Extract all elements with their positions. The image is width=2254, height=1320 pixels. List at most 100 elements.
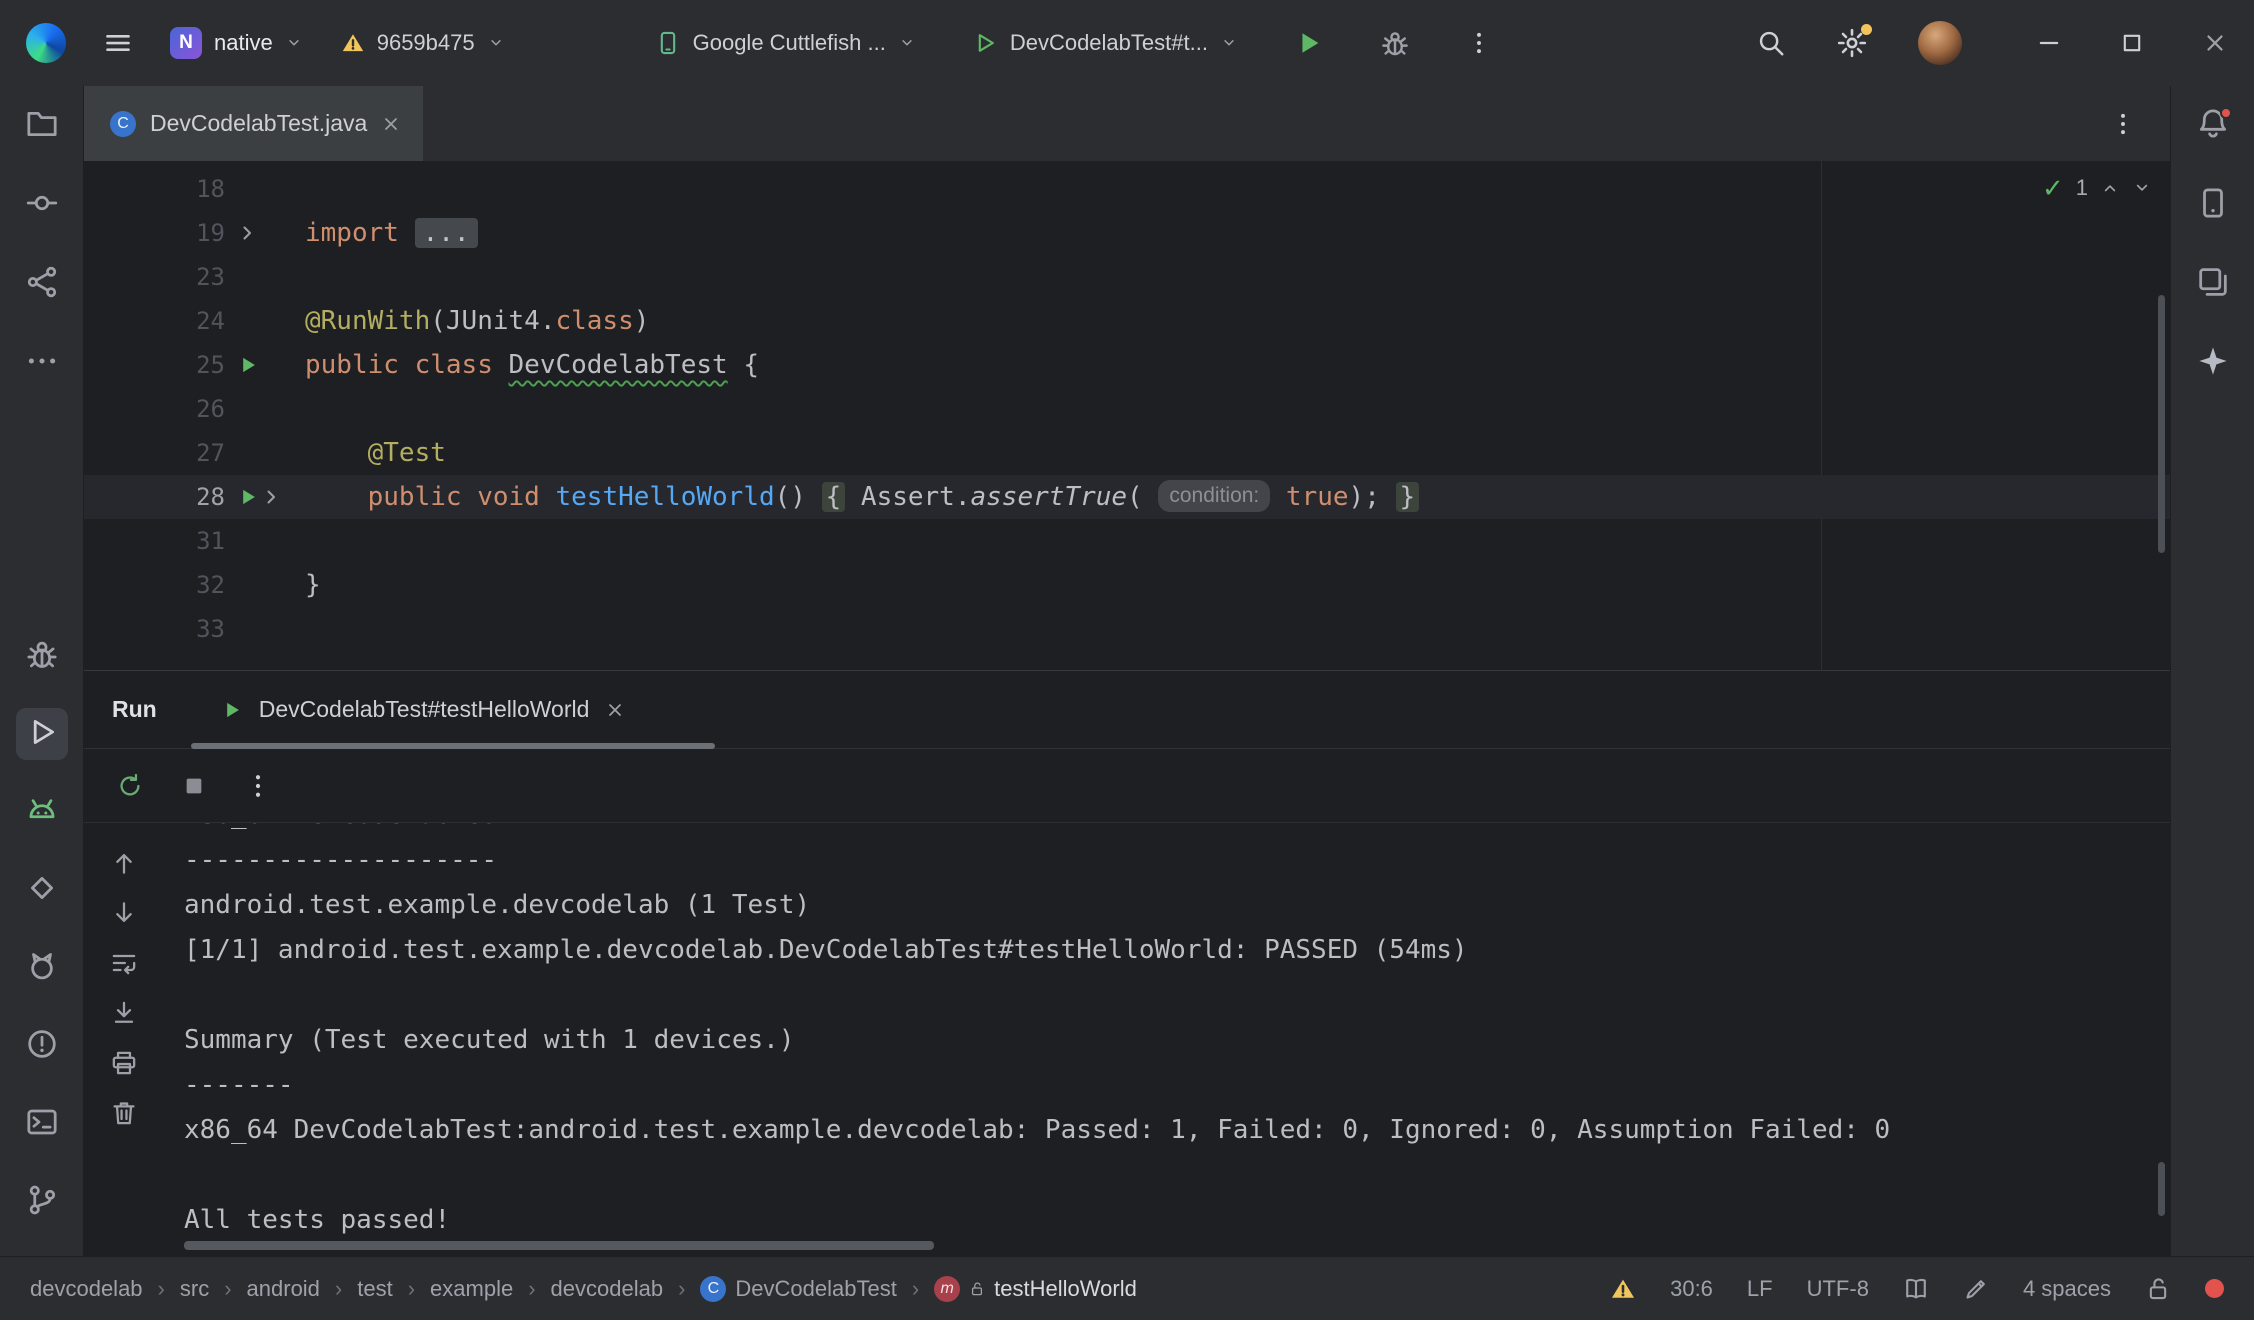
breadcrumb-devcodelab[interactable]: devcodelab: [551, 1276, 664, 1302]
breadcrumb-testHelloWorld[interactable]: mtestHelloWorld: [934, 1276, 1137, 1302]
tool-stripe-bell[interactable]: [2187, 100, 2239, 152]
run-panel-body: x86_64 DevCodelabTest-------------------…: [84, 823, 2170, 1255]
run-icon: [25, 715, 59, 754]
arrow-up-icon[interactable]: [110, 849, 138, 877]
tool-stripe-run[interactable]: [16, 708, 68, 760]
tool-stripe-sparkle[interactable]: [2187, 337, 2239, 389]
breadcrumb-label: devcodelab: [30, 1276, 143, 1302]
breadcrumb-test[interactable]: test: [357, 1276, 392, 1302]
breadcrumb-label: src: [180, 1276, 209, 1302]
fold-chevron-icon[interactable]: [261, 487, 281, 507]
arrow-down-icon[interactable]: [110, 899, 138, 927]
tool-stripe-bug[interactable]: [16, 630, 68, 682]
tab-options-icon[interactable]: [2110, 111, 2170, 137]
warning-icon[interactable]: [1610, 1276, 1636, 1302]
next-problem-icon[interactable]: [2132, 178, 2152, 198]
editor-line-27[interactable]: 27 @Test: [84, 431, 2170, 475]
editor-line-33[interactable]: 33: [84, 607, 2170, 651]
run-test-icon[interactable]: [237, 486, 259, 508]
editor-line-23[interactable]: 23: [84, 255, 2170, 299]
main-menu-icon[interactable]: [104, 29, 132, 57]
editor-line-18[interactable]: 18: [84, 167, 2170, 211]
run-test-icon[interactable]: [237, 354, 259, 376]
indent-setting[interactable]: 4 spaces: [2023, 1276, 2111, 1302]
lock-open-icon[interactable]: [2145, 1276, 2171, 1302]
soft-wrap-icon[interactable]: [110, 949, 138, 977]
tool-stripe-more[interactable]: [16, 337, 68, 389]
editor-line-19[interactable]: 19import ...: [84, 211, 2170, 255]
tool-stripe-commit[interactable]: [16, 179, 68, 231]
caret-position[interactable]: 30:6: [1670, 1276, 1713, 1302]
close-tab-icon[interactable]: [381, 114, 401, 134]
rerun-icon[interactable]: [116, 772, 144, 800]
editor-scrollbar[interactable]: [2158, 295, 2165, 553]
editor-line-25[interactable]: 25public class DevCodelabTest {: [84, 343, 2170, 387]
more-actions-icon[interactable]: [1466, 30, 1492, 56]
run-button[interactable]: [1294, 28, 1324, 58]
gutter-icons[interactable]: [225, 343, 305, 387]
prev-problem-icon[interactable]: [2100, 178, 2120, 198]
trash-icon[interactable]: [110, 1099, 138, 1127]
maximize-button[interactable]: [2120, 31, 2144, 55]
editor-line-26[interactable]: 26: [84, 387, 2170, 431]
device-selector[interactable]: Google Cuttlefish ...: [655, 30, 916, 56]
tool-stripe-device-manager[interactable]: [2187, 179, 2239, 231]
user-avatar[interactable]: [1918, 21, 1962, 65]
line-separator[interactable]: LF: [1747, 1276, 1773, 1302]
line-number: 33: [84, 607, 225, 651]
breadcrumb-example[interactable]: example: [430, 1276, 513, 1302]
gutter-icons[interactable]: [225, 475, 305, 519]
settings-gear-icon[interactable]: [1836, 27, 1868, 59]
tool-stripe-terminal[interactable]: [16, 1098, 68, 1150]
run-test-tab[interactable]: DevCodelabTest#testHelloWorld: [201, 671, 646, 748]
close-button[interactable]: [2202, 30, 2228, 56]
editor-line-28[interactable]: 28 public void testHelloWorld() { Assert…: [84, 475, 2170, 519]
tool-stripe-branch[interactable]: [16, 1176, 68, 1228]
fold-chevron-icon[interactable]: [237, 223, 257, 243]
minimize-button[interactable]: [2036, 30, 2062, 56]
column-selection-icon[interactable]: [1963, 1276, 1989, 1302]
tool-stripe-folder[interactable]: [16, 100, 68, 152]
run-configuration-selector[interactable]: DevCodelabTest#t...: [972, 30, 1238, 56]
printer-icon[interactable]: [110, 1049, 138, 1077]
tool-stripe-diamond[interactable]: [16, 864, 68, 916]
right-stripe-top: [2187, 86, 2239, 389]
reader-mode-icon[interactable]: [1903, 1276, 1929, 1302]
breadcrumb-src[interactable]: src: [180, 1276, 209, 1302]
editor-tab[interactable]: C DevCodelabTest.java: [84, 86, 423, 161]
gutter-icons: [225, 255, 305, 299]
chevron-down-icon: [487, 34, 505, 52]
console-vertical-scrollbar[interactable]: [2158, 1162, 2165, 1216]
scroll-end-icon[interactable]: [110, 999, 138, 1027]
editor-line-24[interactable]: 24@RunWith(JUnit4.class): [84, 299, 2170, 343]
android-icon: [25, 793, 59, 832]
vcs-branch-selector[interactable]: 9659b475: [341, 30, 505, 56]
tool-stripe-cat[interactable]: [16, 942, 68, 994]
gutter-icons: [225, 299, 305, 343]
editor-line-32[interactable]: 32}: [84, 563, 2170, 607]
notification-dot[interactable]: [2205, 1279, 2224, 1298]
debug-button[interactable]: [1380, 28, 1410, 58]
search-icon[interactable]: [1756, 28, 1786, 58]
code-editor[interactable]: 1819import ...2324@RunWith(JUnit4.class)…: [84, 161, 2170, 670]
tool-stripe-layers[interactable]: [2187, 258, 2239, 310]
gutter-icons[interactable]: [225, 211, 305, 255]
inspection-widget[interactable]: ✓ 1: [2042, 175, 2152, 201]
editor-line-31[interactable]: 31: [84, 519, 2170, 563]
tool-stripe-alert[interactable]: [16, 1020, 68, 1072]
sparkle-icon: [2196, 344, 2230, 383]
tool-stripe-structure[interactable]: [16, 258, 68, 310]
line-number: 25: [84, 343, 225, 387]
breadcrumb-DevCodelabTest[interactable]: CDevCodelabTest: [700, 1276, 896, 1302]
close-run-tab-icon[interactable]: [605, 700, 625, 720]
project-selector[interactable]: N native: [170, 27, 303, 59]
file-encoding[interactable]: UTF-8: [1807, 1276, 1869, 1302]
kebab-icon[interactable]: [244, 772, 272, 800]
console-output[interactable]: x86_64 DevCodelabTest-------------------…: [163, 823, 2170, 1255]
editor-tab-bar: C DevCodelabTest.java: [84, 86, 2170, 161]
breadcrumb-devcodelab[interactable]: devcodelab: [30, 1276, 143, 1302]
console-horizontal-scrollbar[interactable]: [184, 1241, 934, 1250]
breadcrumb-android[interactable]: android: [247, 1276, 320, 1302]
stop-icon[interactable]: [180, 772, 208, 800]
tool-stripe-android[interactable]: [16, 786, 68, 838]
